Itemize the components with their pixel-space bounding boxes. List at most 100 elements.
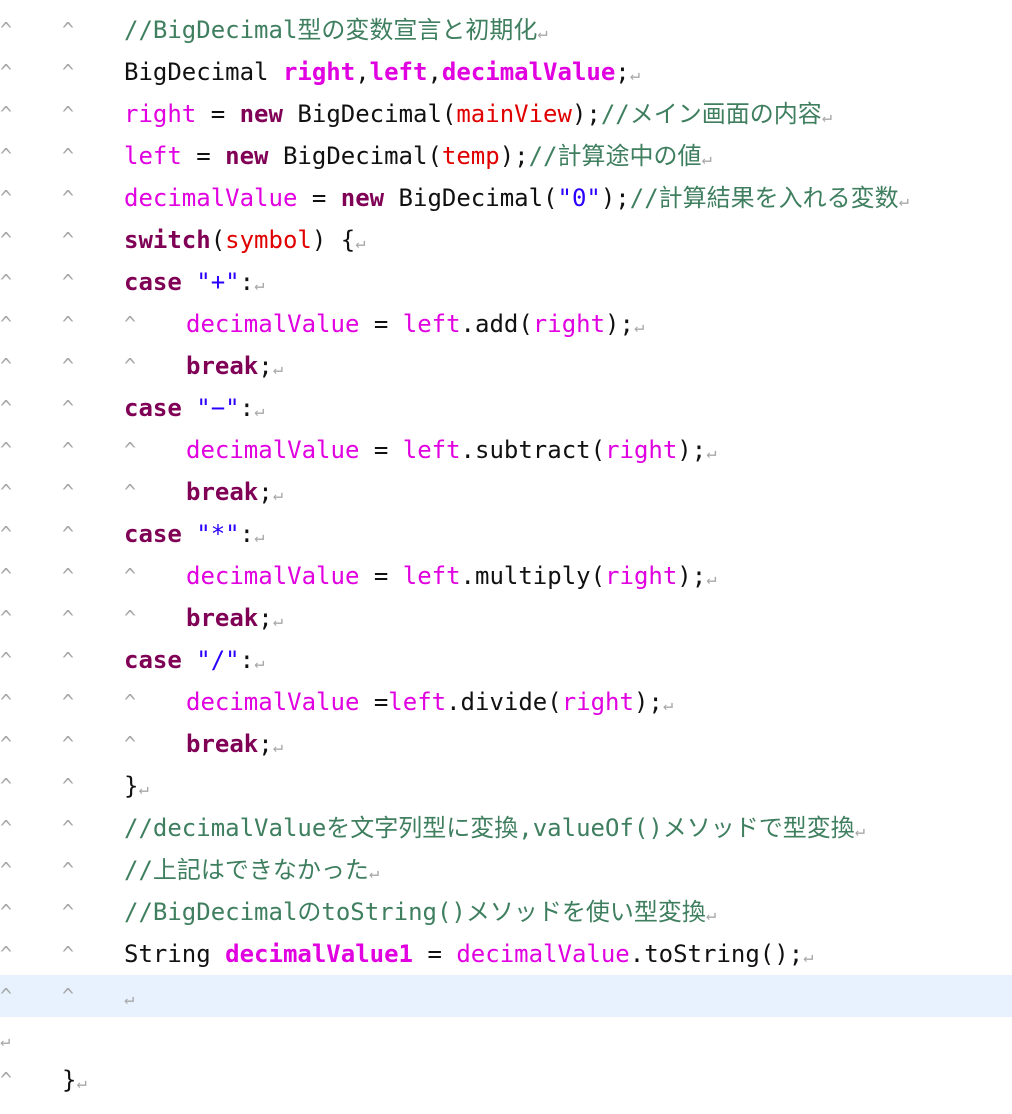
code-token-plain: ) { — [311, 226, 356, 254]
tab-marker: ^ — [0, 942, 13, 966]
code-line[interactable]: ^ ^ case "*":↵ — [0, 513, 1012, 555]
code-token-plain: = — [359, 562, 403, 590]
code-line[interactable]: ^ ^ //decimalValueを文字列型に変換,valueOf()メソッドで型… — [0, 807, 1012, 849]
code-line[interactable]: ^ ^ ^ decimalValue = left.subtract(right);↵ — [0, 429, 1012, 471]
line-end-marker: ↵ — [254, 527, 265, 547]
code-token-field: decimalValue — [186, 562, 360, 590]
code-text: String decimalValue1 = decimalValue.toSt… — [124, 933, 813, 978]
code-token-plain: : — [239, 268, 255, 296]
code-token-str: "0" — [557, 184, 601, 212]
code-line[interactable]: ^ ^ right = new BigDecimal(mainView);//メイン… — [0, 93, 1012, 135]
code-line[interactable]: ^ ^ ^ decimalValue = left.add(right);↵ — [0, 303, 1012, 345]
tab-marker: ^ — [0, 354, 13, 378]
code-token-field: decimalValue — [186, 688, 360, 716]
tab-marker: ^ — [124, 312, 137, 336]
code-token-plain: .multiply( — [460, 562, 606, 590]
code-line[interactable]: ^ ^ ^ break;↵ — [0, 723, 1012, 765]
code-token-plain: BigDecimal — [124, 58, 283, 86]
code-text: ↵ — [0, 1017, 10, 1062]
tab-marker: ^ — [124, 354, 137, 378]
code-token-plain: , — [355, 58, 370, 86]
code-token-fieldb: right — [282, 58, 356, 86]
tab-marker: ^ — [0, 900, 13, 924]
tab-marker: ^ — [0, 690, 13, 714]
line-end-marker: ↵ — [254, 275, 265, 295]
code-line[interactable]: ^ ^ ^ break;↵ — [0, 597, 1012, 639]
code-token-plain: = — [359, 310, 403, 338]
tab-marker: ^ — [0, 270, 13, 294]
tab-marker: ^ — [62, 732, 75, 756]
tab-marker: ^ — [62, 312, 75, 336]
code-token-comment: //BigDecimalのtoString()メソッドを使い型変換 — [124, 898, 706, 926]
code-token-plain: = — [297, 184, 341, 212]
code-token-comment: //上記はできなかった — [124, 856, 369, 884]
code-text: break;↵ — [186, 471, 283, 516]
line-end-marker: ↵ — [821, 107, 833, 127]
tab-marker: ^ — [62, 228, 75, 252]
code-token-kw: break — [186, 730, 259, 758]
code-token-kw: case — [124, 394, 182, 422]
tab-marker: ^ — [0, 522, 13, 546]
code-line[interactable]: ^ ^ ^ decimalValue =left.divide(right);↵ — [0, 681, 1012, 723]
line-end-marker: ↵ — [76, 1073, 87, 1093]
code-text: break;↵ — [186, 345, 283, 390]
code-token-plain: String — [124, 940, 226, 968]
code-line[interactable]: ^ ^ String decimalValue1 = decimalValue.to… — [0, 933, 1012, 975]
code-text: break;↵ — [186, 597, 283, 642]
code-line[interactable]: ^ ^ case "+":↵ — [0, 261, 1012, 303]
tab-marker: ^ — [124, 480, 137, 504]
code-line[interactable]: ^ ^ BigDecimal right,left,decimalValue;↵ — [0, 51, 1012, 93]
code-token-plain: ); — [499, 142, 529, 170]
code-line[interactable]: ^ ^ //BigDecimalのtoString()メソッドを使い型変換↵ — [0, 891, 1012, 933]
line-end-marker: ↵ — [272, 359, 283, 379]
code-token-plain: ; — [258, 352, 273, 380]
code-line[interactable]: ^}↵ — [0, 1059, 1012, 1101]
tab-marker: ^ — [0, 480, 13, 504]
code-text: decimalValue = left.multiply(right);↵ — [186, 555, 716, 600]
code-line[interactable]: ^ ^ left = new BigDecimal(temp);//計算途中の値↵ — [0, 135, 1012, 177]
code-line[interactable]: ^ ^ //BigDecimal型の変数宣言と初期化↵ — [0, 9, 1012, 51]
tab-marker: ^ — [0, 732, 13, 756]
code-line[interactable]: ^ ^ case "−":↵ — [0, 387, 1012, 429]
code-line[interactable]: ^ ^ switch(symbol) {↵ — [0, 219, 1012, 261]
tab-marker: ^ — [0, 144, 13, 168]
code-text: case "−":↵ — [124, 387, 264, 432]
code-line[interactable]: ^ ^ ↵ — [0, 975, 1012, 1017]
code-token-param: mainView — [456, 100, 572, 128]
tab-marker: ^ — [124, 732, 137, 756]
tab-marker: ^ — [0, 312, 13, 336]
code-token-plain: ); — [571, 100, 601, 128]
line-end-marker: ↵ — [629, 65, 640, 85]
code-line[interactable]: ^ ^ case "/":↵ — [0, 639, 1012, 681]
code-token-field: left — [388, 688, 447, 716]
code-line[interactable]: ^ ^ //上記はできなかった↵ — [0, 849, 1012, 891]
code-line[interactable]: ↵ — [0, 1017, 1012, 1059]
tab-marker: ^ — [62, 942, 75, 966]
line-end-marker: ↵ — [254, 401, 265, 421]
code-token-comment: //メイン画面の内容 — [600, 100, 822, 128]
line-end-marker: ↵ — [272, 611, 283, 631]
code-editor[interactable]: ^ ^//BigDecimal型の変数宣言と初期化↵ ^ ^ BigDecimal ri… — [0, 0, 1012, 1114]
code-token-field: left — [402, 436, 461, 464]
code-token-plain: BigDecimal( — [268, 142, 442, 170]
code-line[interactable]: ^ ^ decimalValue = new BigDecimal("0");//計… — [0, 177, 1012, 219]
code-text: break;↵ — [186, 723, 283, 768]
code-token-kw: break — [186, 478, 259, 506]
code-token-plain: .subtract( — [460, 436, 606, 464]
code-text: //BigDecimalのtoString()メソッドを使い型変換↵ — [124, 891, 716, 936]
tab-marker: ^ — [0, 228, 13, 252]
tab-marker: ^ — [0, 984, 13, 1008]
line-end-marker: ↵ — [854, 821, 866, 841]
code-token-param: temp — [441, 142, 500, 170]
tab-marker: ^ — [124, 606, 137, 630]
code-line[interactable]: ^ ^ ^ break;↵ — [0, 471, 1012, 513]
code-line[interactable]: ^ ^ ^ break;↵ — [0, 345, 1012, 387]
line-end-marker: ↵ — [355, 233, 366, 253]
line-end-marker: ↵ — [124, 989, 135, 1009]
line-end-marker: ↵ — [537, 23, 548, 43]
code-line[interactable]: ^ ^}↵ — [0, 765, 1012, 807]
tab-marker: ^ — [0, 858, 13, 882]
code-line[interactable]: ^ ^ ^ decimalValue = left.multiply(right);↵ — [0, 555, 1012, 597]
code-text: case "+":↵ — [124, 261, 264, 306]
